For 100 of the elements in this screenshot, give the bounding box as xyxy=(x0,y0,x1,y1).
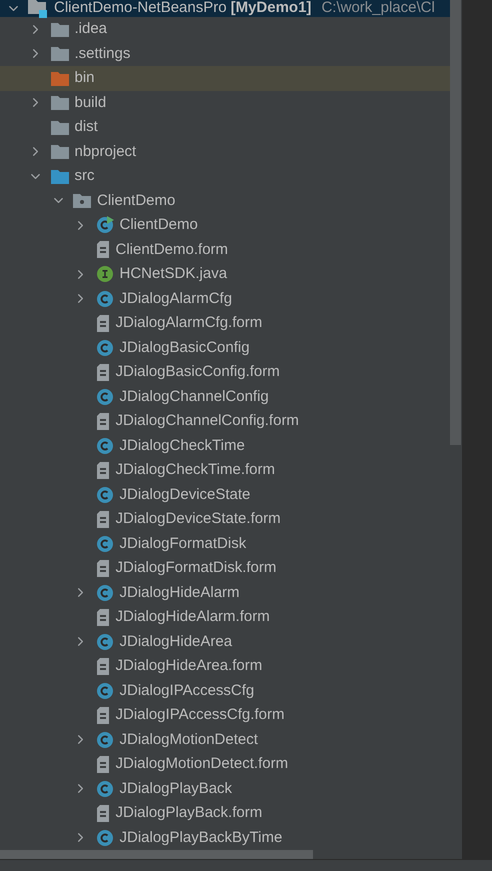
item-label: JDialogCheckTime xyxy=(120,436,245,456)
tree-row[interactable]: JDialogBasicConfig xyxy=(0,336,450,360)
class-icon xyxy=(96,290,114,308)
form-file-icon xyxy=(96,510,110,528)
item-label: JDialogBasicConfig xyxy=(120,338,250,358)
item-label: JDialogMotionDetect xyxy=(120,730,258,750)
item-label: JDialogAlarmCfg.form xyxy=(116,313,262,333)
tree-row[interactable]: dist xyxy=(0,115,450,140)
tree-row[interactable]: ClientDemo-NetBeansPro [MyDemo1] C:\work_place\Cl xyxy=(0,0,450,17)
item-label: JDialogHideAlarm xyxy=(120,582,240,602)
item-label: JDialogMotionDetect.form xyxy=(116,754,288,774)
item-label: ClientDemo-NetBeansPro xyxy=(54,0,227,18)
form-file-icon xyxy=(96,658,110,675)
form-file-icon xyxy=(96,608,110,626)
folder-icon xyxy=(50,46,68,62)
item-label: dist xyxy=(74,117,98,137)
item-label: JDialogAlarmCfg xyxy=(120,288,232,308)
item-label: JDialogPlayBack.form xyxy=(116,803,262,823)
vertical-scrollbar[interactable] xyxy=(450,0,461,445)
item-label: JDialogHideArea.form xyxy=(116,656,262,676)
folder-icon xyxy=(50,22,68,37)
tree-row[interactable]: JDialogHideAlarm.form xyxy=(0,605,450,630)
class-icon xyxy=(96,436,114,455)
tree-row[interactable]: JDialogPlayBack xyxy=(0,776,450,801)
folder-icon xyxy=(50,95,68,110)
class-icon xyxy=(96,828,114,847)
tree-row[interactable]: JDialogPlayBackByTime xyxy=(0,826,450,850)
module-name: [MyDemo1] xyxy=(230,0,312,18)
item-label: nbproject xyxy=(74,142,136,162)
folder-icon xyxy=(50,120,68,135)
tree-row[interactable]: JDialogDeviceState.form xyxy=(0,507,450,532)
tree-row[interactable]: HCNetSDK.java xyxy=(0,262,450,286)
form-file-icon xyxy=(96,756,110,773)
tree-row[interactable]: JDialogFormatDisk.form xyxy=(0,556,450,580)
tree-row[interactable]: JDialogMotionDetect xyxy=(0,728,450,752)
item-label: JDialogHideArea xyxy=(120,632,232,652)
form-file-icon xyxy=(96,364,110,381)
tree-row[interactable]: ClientDemo xyxy=(0,213,450,238)
tree-row[interactable]: JDialogChannelConfig xyxy=(0,384,450,409)
tree-row[interactable]: bin xyxy=(0,66,450,90)
item-label: JDialogDeviceState xyxy=(120,484,250,504)
item-label: JDialogDeviceState.form xyxy=(116,509,281,529)
tree-row[interactable]: JDialogMotionDetect.form xyxy=(0,752,450,776)
tree-row[interactable]: JDialogDeviceState xyxy=(0,482,450,507)
folder-icon xyxy=(50,168,68,184)
item-label: JDialogIPAccessCfg.form xyxy=(116,705,284,725)
form-file-icon xyxy=(96,560,110,577)
item-label: bin xyxy=(74,68,95,88)
form-file-icon xyxy=(96,804,110,822)
item-label: JDialogCheckTime.form xyxy=(116,460,275,480)
item-label: JDialogPlayBack xyxy=(120,778,232,798)
tree-row[interactable]: JDialogCheckTime xyxy=(0,434,450,458)
folder-icon xyxy=(50,144,68,160)
tree-row[interactable]: .idea xyxy=(0,17,450,42)
tree-row[interactable]: JDialogHideArea xyxy=(0,630,450,654)
item-label: src xyxy=(74,166,94,186)
tree-row[interactable]: JDialogHideAlarm xyxy=(0,580,450,605)
horizontal-scrollbar[interactable] xyxy=(0,850,313,859)
interface-icon xyxy=(96,265,114,284)
tree-row[interactable]: build xyxy=(0,90,450,115)
class-icon xyxy=(96,486,114,504)
form-file-icon xyxy=(96,241,110,258)
item-label: JDialogFormatDisk.form xyxy=(116,558,276,578)
form-file-icon xyxy=(96,314,110,332)
class-icon xyxy=(96,632,114,651)
module-icon xyxy=(28,0,48,18)
tree-row[interactable]: JDialogChannelConfig.form xyxy=(0,409,450,434)
class-icon xyxy=(96,730,114,749)
item-label: .settings xyxy=(74,44,130,64)
tree-row[interactable]: JDialogPlayBack.form xyxy=(0,801,450,826)
class-icon xyxy=(96,682,114,700)
item-label: JDialogBasicConfig.form xyxy=(116,362,280,382)
path-text: C:\work_place\Cl xyxy=(321,0,435,18)
item-label: ClientDemo.form xyxy=(116,240,228,260)
form-file-icon xyxy=(96,706,110,724)
tree-row[interactable]: JDialogHideArea.form xyxy=(0,654,450,678)
tree-row[interactable]: JDialogAlarmCfg xyxy=(0,286,450,311)
tree-row[interactable]: JDialogCheckTime.form xyxy=(0,458,450,482)
tree-row[interactable]: nbproject xyxy=(0,140,450,164)
tree-row[interactable]: JDialogIPAccessCfg.form xyxy=(0,703,450,728)
tree-row[interactable]: JDialogBasicConfig.form xyxy=(0,360,450,384)
runnable-class-icon xyxy=(96,216,114,234)
item-label: ClientDemo xyxy=(120,215,198,235)
form-file-icon xyxy=(96,462,110,479)
tree-row[interactable]: ClientDemo xyxy=(0,188,450,213)
item-label: JDialogChannelConfig.form xyxy=(116,411,299,431)
tree-row[interactable]: src xyxy=(0,164,450,188)
item-label: JDialogIPAccessCfg xyxy=(120,680,254,700)
item-label: .idea xyxy=(74,19,108,39)
class-icon xyxy=(96,780,114,798)
tree-row[interactable]: JDialogFormatDisk xyxy=(0,532,450,556)
tree-row[interactable]: ClientDemo.form xyxy=(0,238,450,262)
item-label: HCNetSDK.java xyxy=(120,264,228,284)
item-label: JDialogHideAlarm.form xyxy=(116,607,270,627)
tree-row[interactable]: .settings xyxy=(0,42,450,66)
tree-row[interactable]: JDialogIPAccessCfg xyxy=(0,678,450,703)
class-icon xyxy=(96,534,114,553)
tree-row[interactable]: JDialogAlarmCfg.form xyxy=(0,311,450,336)
form-file-icon xyxy=(96,412,110,430)
item-label: build xyxy=(74,92,106,112)
